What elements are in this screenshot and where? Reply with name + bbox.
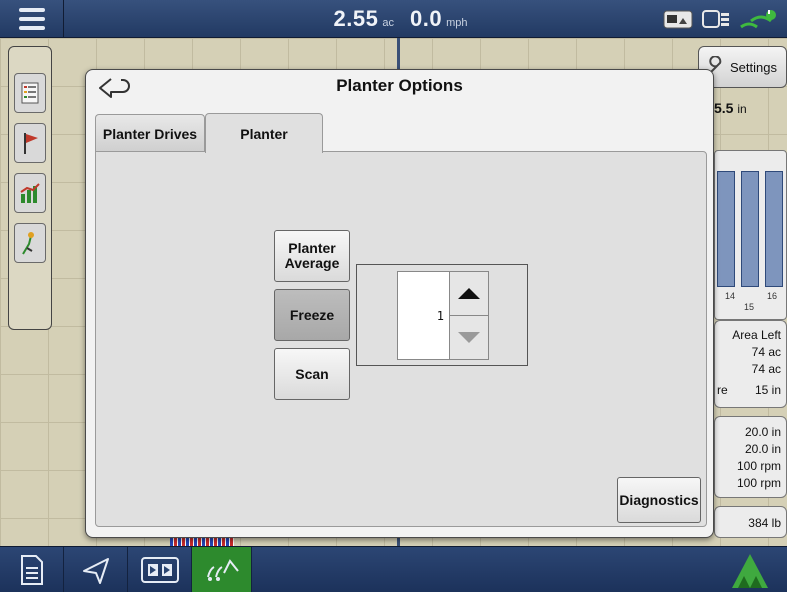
settings-label: Settings — [730, 59, 777, 75]
re-row: re 15 in — [715, 382, 781, 399]
bar-label: 16 — [767, 291, 778, 301]
diagnostics-button[interactable]: Diagnostics — [617, 477, 701, 523]
guidance-icon — [22, 232, 34, 255]
row-spacing-unit: in — [737, 102, 747, 116]
re-value: 15 in — [754, 383, 781, 397]
flag-icon — [24, 133, 38, 154]
top-status-bar: 2.55 ac 0.0 mph — [0, 0, 787, 38]
area-left-value: 74 ac — [751, 362, 781, 376]
swath-indicator — [170, 538, 234, 546]
navigation-icon — [82, 558, 109, 584]
rate-panel: 20.0 in 20.0 in 100 rpm 100 rpm — [714, 416, 787, 498]
area-unit: ac — [382, 17, 394, 29]
document-icon — [20, 555, 43, 585]
stepper-down-button[interactable] — [449, 315, 489, 360]
row-bar-graph: 14 15 16 — [714, 150, 787, 320]
menu-icon-line — [18, 17, 45, 21]
row-bar — [765, 171, 783, 287]
row-stepper: 1 — [356, 264, 528, 366]
legend-icon — [21, 82, 39, 104]
planter-tab-panel: Planter Average Freeze Scan 1 Diagnostic… — [95, 151, 707, 527]
planter-button[interactable] — [192, 547, 252, 592]
rate-value: 20.0 in — [744, 425, 781, 439]
camera-icon[interactable] — [663, 8, 693, 35]
area-left-label: Area Left — [732, 328, 781, 342]
split-view-icon — [140, 557, 179, 583]
weight-value: 384 lb — [748, 516, 781, 530]
row-spacing-readout: 5.5 in — [714, 100, 747, 116]
tab-planter[interactable]: Planter — [205, 113, 323, 153]
area-value: 2.55 — [333, 6, 379, 31]
split-view-button[interactable] — [128, 547, 192, 592]
guidance-button[interactable] — [14, 223, 46, 263]
document-button[interactable] — [0, 547, 64, 592]
menu-icon — [18, 8, 45, 12]
row-spacing-value: 5.5 — [714, 100, 734, 116]
row-bar — [741, 171, 759, 287]
arrow-up-icon — [458, 288, 480, 299]
navigation-button[interactable] — [64, 547, 128, 592]
rate-value: 20.0 in — [744, 442, 781, 456]
area-readout: 2.55 ac — [320, 0, 398, 38]
area-left-panel: Area Left 74 ac 74 ac re 15 in — [714, 320, 787, 408]
bar-label: 15 — [744, 302, 755, 312]
arrow-down-icon — [458, 332, 480, 343]
weight-panel: 384 lb — [714, 506, 787, 538]
row-bar — [717, 171, 735, 287]
tab-planter-drives[interactable]: Planter Drives — [95, 114, 205, 152]
area-left-value: 74 ac — [751, 345, 781, 359]
vehicle-icon[interactable] — [701, 8, 731, 35]
planter-options-dialog: Planter Options Planter Drives Planter P… — [85, 69, 714, 538]
rate-value: 100 rpm — [736, 459, 781, 473]
speed-value: 0.0 — [410, 6, 443, 31]
dialog-title: Planter Options — [336, 76, 463, 95]
scan-button[interactable]: Scan — [274, 348, 350, 400]
stepper-up-button[interactable] — [449, 271, 489, 316]
bottom-toolbar — [0, 546, 787, 592]
gps-signal-icon[interactable] — [739, 7, 779, 36]
chart-icon — [20, 183, 40, 203]
freeze-button[interactable]: Freeze — [274, 289, 350, 341]
planter-average-button[interactable]: Planter Average — [274, 230, 350, 282]
home-button[interactable] — [720, 547, 780, 592]
rate-value: 100 rpm — [736, 476, 781, 490]
planter-icon — [206, 559, 239, 581]
speed-readout: 0.0 mph — [400, 0, 530, 38]
left-toolbar — [8, 46, 52, 330]
re-label: re — [717, 383, 728, 397]
bar-label: 14 — [725, 291, 736, 301]
home-logo-icon — [732, 554, 768, 588]
menu-button[interactable] — [0, 0, 64, 38]
flag-button[interactable] — [14, 123, 46, 163]
chart-button[interactable] — [14, 173, 46, 213]
dialog-tabs: Planter Drives Planter — [95, 112, 323, 153]
speed-unit: mph — [446, 17, 468, 29]
status-icons — [663, 7, 779, 36]
menu-icon-line — [18, 26, 45, 30]
legend-button[interactable] — [14, 73, 46, 113]
stepper-value-field[interactable]: 1 — [397, 271, 450, 360]
